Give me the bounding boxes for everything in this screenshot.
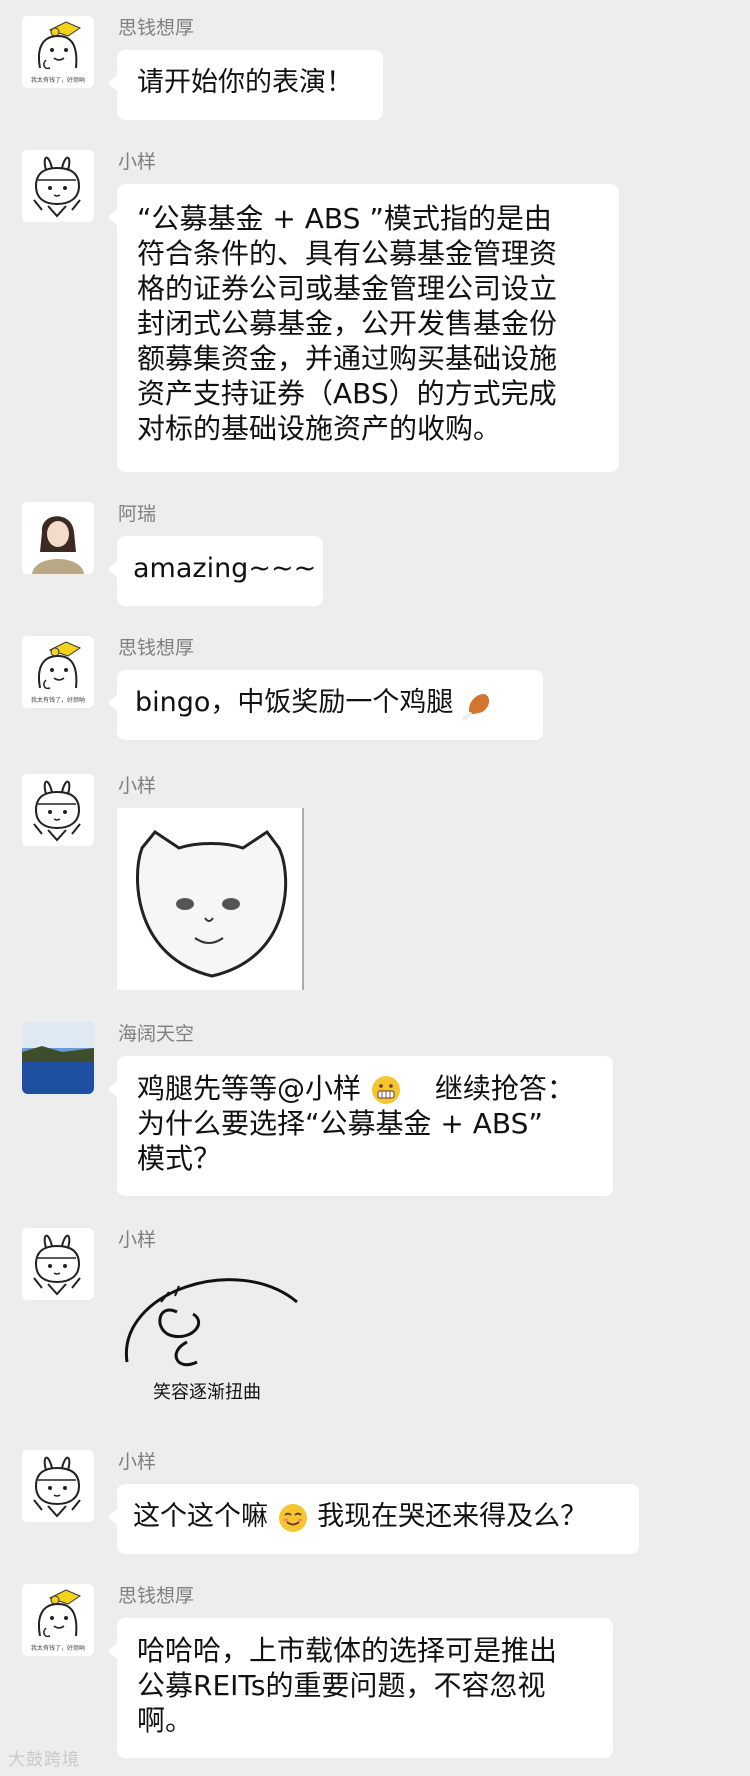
message-line: 格的证券公司或基金管理公司设立 xyxy=(137,272,558,305)
sender-name: 海阔天空 xyxy=(118,1023,195,1045)
chicken-leg-icon xyxy=(462,693,490,720)
avatar[interactable] xyxy=(22,1228,94,1300)
message-line: 公募REITs的重要问题，不容忽视 xyxy=(137,1669,546,1702)
message-line: 为什么要选择“公募基金 + ABS” xyxy=(137,1107,543,1140)
avatar[interactable]: 我太有钱了，好烦呐 xyxy=(22,636,94,708)
avatar-caption: 我太有钱了，好烦呐 xyxy=(31,696,85,704)
avatar-image xyxy=(22,502,94,574)
message-line: 模式？ xyxy=(137,1142,222,1175)
avatar-image: 我太有钱了，好烦呐 xyxy=(22,1584,94,1656)
message-line: 额募集资金，并通过购买基础设施 xyxy=(137,342,558,375)
avatar-image xyxy=(22,150,94,222)
sender-name: 思钱想厚 xyxy=(118,1585,195,1607)
message-bubble[interactable]: amazing~~~ xyxy=(108,536,323,606)
message-text-part2: 我现在哭还来得及么？ xyxy=(317,1501,588,1532)
avatar[interactable] xyxy=(22,1450,94,1522)
message-line: 封闭式公募基金，公开发售基金份 xyxy=(137,307,558,340)
sticker-caption: 笑容逐渐扭曲 xyxy=(153,1382,261,1403)
avatar[interactable] xyxy=(22,774,94,846)
twisted-face-icon xyxy=(125,1278,298,1367)
avatar-caption: 我太有钱了，好烦呐 xyxy=(31,1644,85,1652)
message-text: 请开始你的表演！ xyxy=(137,67,353,98)
avatar-image xyxy=(22,774,94,846)
avatar-image xyxy=(22,1450,94,1522)
avatar[interactable]: 我太有钱了，好烦呐 xyxy=(22,16,94,88)
sender-name: 小样 xyxy=(118,1451,157,1473)
message-bubble[interactable]: bingo，中饭奖励一个鸡腿 xyxy=(108,670,543,740)
avatar-image: 我太有钱了，好烦呐 xyxy=(22,16,94,88)
message-text: amazing~~~ xyxy=(133,553,317,584)
message-bubble[interactable]: 哈哈哈，上市载体的选择可是推出 公募REITs的重要问题，不容忽视 啊。 xyxy=(108,1618,613,1758)
smirk-emoji-icon xyxy=(278,1503,307,1532)
sender-name: 阿瑞 xyxy=(118,503,157,525)
avatar-caption: 我太有钱了，好烦呐 xyxy=(31,76,85,84)
avatar[interactable]: 我太有钱了，好烦呐 xyxy=(22,1584,94,1656)
message-bubble[interactable]: 请开始你的表演！ xyxy=(108,50,383,120)
message-bubble[interactable]: 这个这个嘛 我现在哭还来得及么？ xyxy=(108,1484,639,1554)
message-line: 哈哈哈，上市载体的选择可是推出 xyxy=(137,1634,558,1667)
avatar-image: 我太有钱了，好烦呐 xyxy=(22,636,94,708)
cat-face-sticker[interactable] xyxy=(117,808,304,990)
message-text: bingo，中饭奖励一个鸡腿 xyxy=(135,687,454,718)
message-line: 资产支持证券（ABS）的方式完成 xyxy=(137,377,557,410)
watermark: 大鼓跨境 xyxy=(8,1750,80,1770)
cat-face-icon xyxy=(136,808,304,990)
message-bubble[interactable]: “公募基金 + ABS ”模式指的是由 符合条件的、具有公募基金管理资 格的证券… xyxy=(108,184,619,472)
grimace-emoji-icon xyxy=(371,1076,400,1104)
message-text-part1: 这个这个嘛 xyxy=(133,1501,268,1532)
avatar[interactable] xyxy=(22,1022,94,1094)
message-line: 啊。 xyxy=(137,1704,194,1737)
avatar-image xyxy=(22,1022,94,1094)
sender-name: 小样 xyxy=(118,1229,157,1251)
avatar[interactable] xyxy=(22,150,94,222)
message-line: 对标的基础设施资产的收购。 xyxy=(137,412,502,445)
avatar-image xyxy=(22,1228,94,1300)
sender-name: 思钱想厚 xyxy=(118,17,195,39)
avatar[interactable] xyxy=(22,502,94,574)
message-line: 鸡腿先等等@小样 xyxy=(137,1072,362,1105)
sender-name: 小样 xyxy=(118,151,157,173)
message-line: 符合条件的、具有公募基金管理资 xyxy=(137,237,558,270)
message-bubble[interactable]: 鸡腿先等等@小样 继续抢答： 为什么要选择“公募基金 + ABS” 模式？ xyxy=(108,1056,613,1196)
sender-name: 小样 xyxy=(118,775,157,797)
twisted-smile-sticker[interactable]: 笑容逐渐扭曲 xyxy=(117,1262,307,1412)
message-line: “公募基金 + ABS ”模式指的是由 xyxy=(137,202,552,235)
sender-name: 思钱想厚 xyxy=(118,637,195,659)
message-line: 继续抢答： xyxy=(434,1072,575,1105)
